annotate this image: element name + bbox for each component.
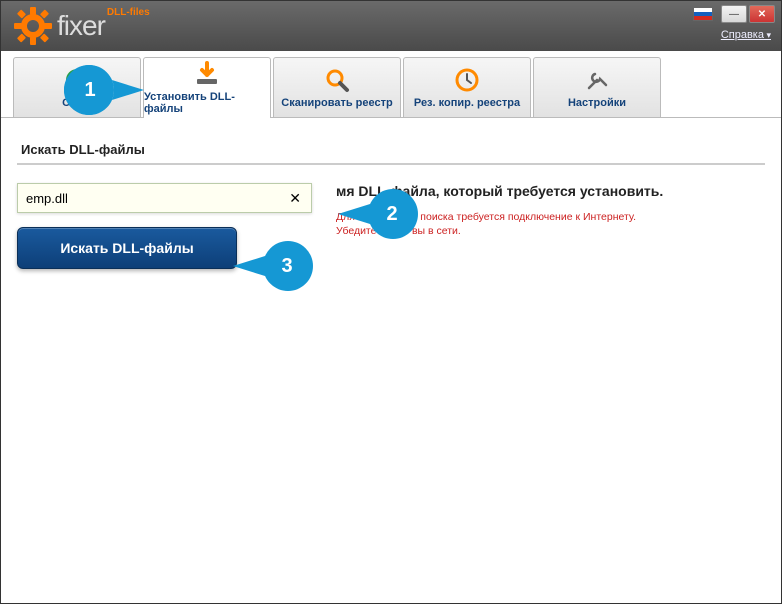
- tab-settings[interactable]: Настройки: [533, 57, 661, 117]
- brand-superscript: DLL-files: [107, 7, 150, 18]
- tab-label: Установить DLL-файлы: [144, 91, 270, 115]
- download-icon: [194, 61, 220, 87]
- titlebar: fixer DLL-files — ✕ Справка: [1, 1, 781, 51]
- clock-icon: [454, 67, 480, 93]
- close-glyph: ✕: [758, 9, 766, 20]
- minimize-glyph: —: [729, 9, 739, 20]
- app-window: fixer DLL-files — ✕ Справка Сос... Устан…: [0, 0, 782, 604]
- section-title: Искать DLL-файлы: [17, 136, 765, 165]
- flag-icon[interactable]: [693, 7, 713, 21]
- warning-text: Для выполнения поиска требуется подключе…: [336, 211, 765, 238]
- magnifier-icon: [324, 67, 350, 93]
- tab-status[interactable]: Сос...: [13, 57, 141, 117]
- app-logo: fixer DLL-files: [13, 6, 148, 46]
- instruction-block: мя DLL-файла, который требуется установи…: [336, 183, 765, 238]
- search-button[interactable]: Искать DLL-файлы: [17, 227, 237, 269]
- help-link[interactable]: Справка: [721, 29, 771, 41]
- instruction-text: мя DLL-файла, который требуется установи…: [336, 183, 765, 199]
- search-row: ✕ Искать DLL-файлы мя DLL-файла, который…: [17, 183, 765, 269]
- clear-icon[interactable]: ✕: [285, 190, 305, 207]
- search-input[interactable]: [26, 191, 285, 206]
- tab-bar: Сос... Установить DLL-файлы Сканировать …: [1, 51, 781, 118]
- tab-label: Настройки: [568, 97, 626, 109]
- close-button[interactable]: ✕: [749, 5, 775, 23]
- brand-text: fixer: [57, 10, 105, 42]
- tab-label: Сос...: [62, 97, 92, 109]
- tab-scan-registry[interactable]: Сканировать реестр: [273, 57, 401, 117]
- warning-line: Для выполнения поиска требуется подключе…: [336, 211, 636, 223]
- warning-line: Убедитесь, что вы в сети.: [336, 225, 461, 237]
- tab-label: Сканировать реестр: [281, 97, 392, 109]
- gear-icon: [13, 6, 53, 46]
- search-box: ✕: [17, 183, 312, 213]
- tab-install-dll[interactable]: Установить DLL-файлы: [143, 57, 271, 118]
- content-area: Искать DLL-файлы ✕ Искать DLL-файлы мя D…: [1, 118, 781, 287]
- tab-label: Рез. копир. реестра: [414, 97, 520, 109]
- minimize-button[interactable]: —: [721, 5, 747, 23]
- tab-backup-registry[interactable]: Рез. копир. реестра: [403, 57, 531, 117]
- tools-icon: [584, 67, 610, 93]
- window-controls: — ✕: [693, 5, 775, 23]
- status-icon: [64, 67, 90, 93]
- search-column: ✕ Искать DLL-файлы: [17, 183, 312, 269]
